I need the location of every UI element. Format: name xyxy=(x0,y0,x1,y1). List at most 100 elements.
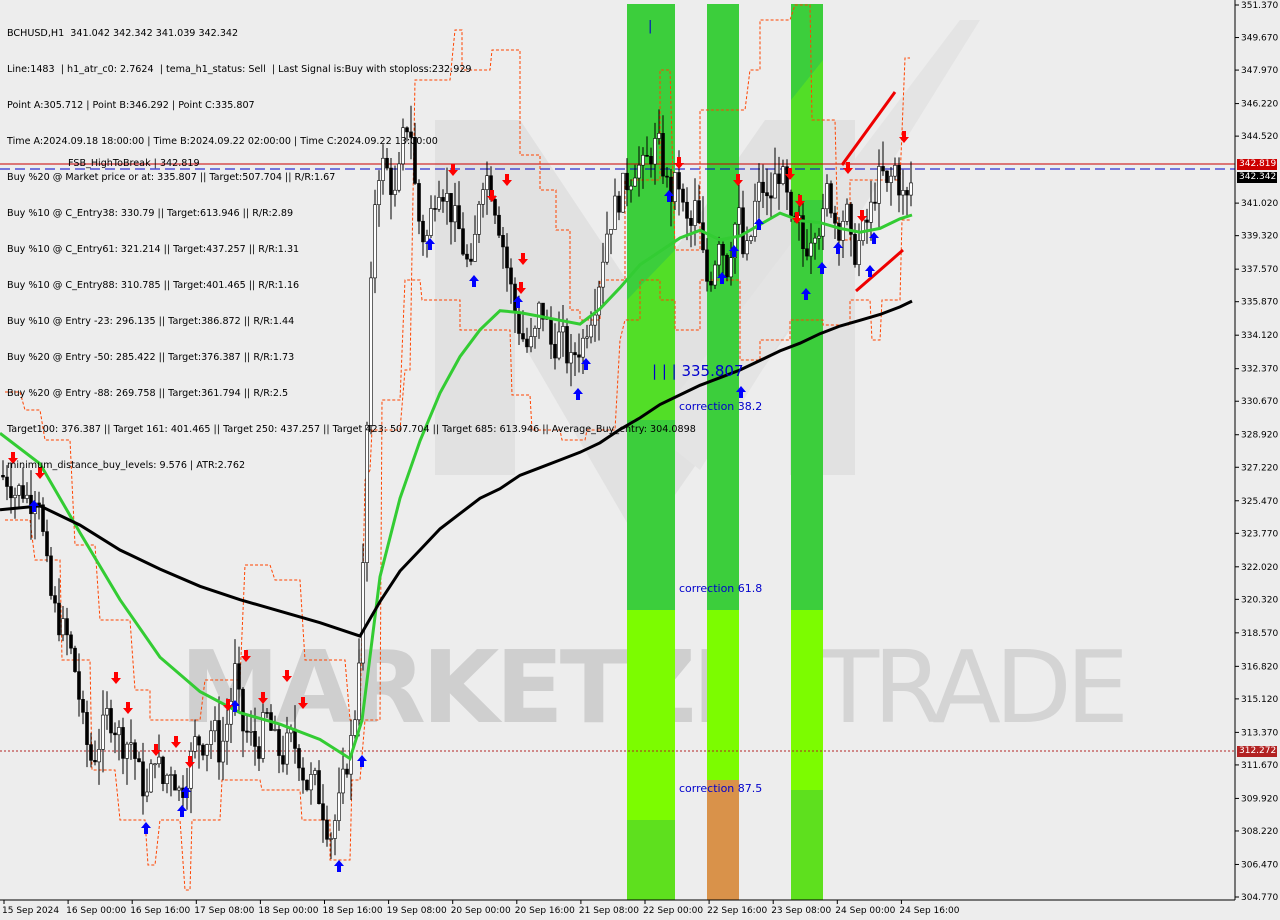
candle-body xyxy=(177,787,181,791)
candle-body xyxy=(201,744,205,756)
candle-body xyxy=(113,732,117,736)
high-to-break-price-tag: 342.819 xyxy=(1237,159,1277,170)
candle-body xyxy=(65,618,69,636)
info-line: BCHUSD,H1 341.042 342.342 341.039 342.34… xyxy=(7,28,239,39)
price-tick-label: 339.320 xyxy=(1241,232,1278,242)
candle-body xyxy=(905,190,909,196)
candle-body xyxy=(353,719,357,736)
candle-body xyxy=(85,712,89,745)
price-tick-label: 325.470 xyxy=(1241,497,1278,507)
candle-body xyxy=(769,195,773,199)
time-tick-label: 18 Sep 16:00 xyxy=(323,906,383,916)
sell-arrow-icon xyxy=(111,672,121,684)
buy-arrow-icon xyxy=(357,755,367,767)
price-tick-label: 308.220 xyxy=(1241,827,1278,837)
candle-body xyxy=(77,671,81,700)
chart-window[interactable]: MARKETZI TRADE | | | | 335.807 correctio… xyxy=(0,0,1280,920)
candle-body xyxy=(73,647,77,672)
candle-body xyxy=(141,761,145,797)
price-tick-label: 315.120 xyxy=(1241,695,1278,705)
candle-body xyxy=(813,237,817,244)
info-line: Buy %20 @ Entry -88: 269.758 || Target:3… xyxy=(7,388,289,399)
candle-body xyxy=(305,779,309,791)
price-tick-label: 320.320 xyxy=(1241,595,1278,605)
candle-body xyxy=(157,756,161,765)
candle-body xyxy=(245,730,249,733)
candle-body xyxy=(129,742,133,745)
candle-body xyxy=(829,183,833,214)
candle-body xyxy=(97,749,101,763)
price-tick-label: 347.970 xyxy=(1241,66,1278,76)
candle-body xyxy=(145,791,149,797)
candle-body xyxy=(701,222,705,251)
price-tick-label: 337.570 xyxy=(1241,265,1278,275)
candle-body xyxy=(809,242,813,257)
candle-body xyxy=(705,249,709,282)
candle-body xyxy=(53,595,57,604)
info-line: Buy %20 @ Entry -50: 285.422 || Target:3… xyxy=(7,352,295,363)
price-tick-label: 335.870 xyxy=(1241,298,1278,308)
info-line: Buy %10 @ C_Entry38: 330.79 || Target:61… xyxy=(7,208,294,219)
candle-body xyxy=(857,240,861,265)
info-line: Point A:305.712 | Point B:346.292 | Poin… xyxy=(7,100,255,111)
candle-body xyxy=(325,819,329,840)
candle-body xyxy=(265,712,269,714)
candle-body xyxy=(49,555,53,596)
candle-body xyxy=(853,234,857,265)
candle-body xyxy=(833,212,837,224)
candle-body xyxy=(45,531,49,557)
candle-body xyxy=(69,634,73,649)
candle-body xyxy=(101,714,105,750)
price-tick-label: 309.920 xyxy=(1241,794,1278,804)
info-line: Time A:2024.09.18 18:00:00 | Time B:2024… xyxy=(7,136,438,147)
candle-body xyxy=(745,240,749,255)
zone-column-3-lime xyxy=(791,610,823,790)
zone-column-1-lower xyxy=(627,820,675,900)
candle-body xyxy=(817,235,821,239)
time-tick-label: 18 Sep 00:00 xyxy=(258,906,318,916)
candle-body xyxy=(313,770,317,775)
price-tick-label: 346.220 xyxy=(1241,100,1278,110)
candle-body xyxy=(297,748,301,769)
time-axis[interactable]: 15 Sep 2024 16 Sep 00:00 16 Sep 16:00 17 Se… xyxy=(2,900,960,916)
sell-arrow-icon xyxy=(185,756,195,768)
candle-body xyxy=(137,758,141,763)
time-tick-label: 19 Sep 08:00 xyxy=(387,906,447,916)
candle-body xyxy=(109,708,113,734)
price-tick-label: 344.520 xyxy=(1241,132,1278,142)
watermark-text-light: TRADE xyxy=(817,629,1123,746)
price-tick-label: 323.770 xyxy=(1241,529,1278,539)
zone-column-2-lime xyxy=(707,610,739,780)
candle-body xyxy=(825,183,829,210)
candle-body xyxy=(749,236,753,242)
info-line: Buy %20 @ Market price or at: 335.807 ||… xyxy=(7,172,336,183)
buy-arrow-icon xyxy=(177,805,187,817)
time-tick-label: 24 Sep 00:00 xyxy=(835,906,895,916)
candle-body xyxy=(737,207,741,225)
candle-body xyxy=(277,729,281,756)
candle-body xyxy=(877,166,881,204)
sell-arrow-icon xyxy=(123,702,133,714)
zone-column-3-lower xyxy=(791,790,823,900)
candle-body xyxy=(881,166,885,172)
time-tick-label: 17 Sep 08:00 xyxy=(194,906,254,916)
candle-body xyxy=(893,165,897,177)
price-axis[interactable]: 351.370 349.670 347.970 346.220 344.520 341.0… xyxy=(1235,1,1278,903)
candle-body xyxy=(873,201,877,204)
info-line: minimum_distance_buy_levels: 9.576 | ATR… xyxy=(7,460,246,471)
candle-body xyxy=(213,720,217,732)
time-tick-label: 16 Sep 00:00 xyxy=(66,906,126,916)
candle-body xyxy=(161,756,165,784)
candle-body xyxy=(61,618,65,636)
candle-body xyxy=(225,723,229,742)
candle-body xyxy=(105,708,109,716)
current-price-tag: 342.342 xyxy=(1237,172,1277,183)
candle-body xyxy=(729,257,733,278)
price-tick-label: 332.370 xyxy=(1241,365,1278,375)
candle-body xyxy=(713,264,717,286)
candle-body xyxy=(337,792,341,821)
price-tick-label: 349.670 xyxy=(1241,34,1278,44)
zone-column-2-orange xyxy=(707,780,739,900)
candle-body xyxy=(57,602,61,636)
candle-body xyxy=(869,201,873,223)
